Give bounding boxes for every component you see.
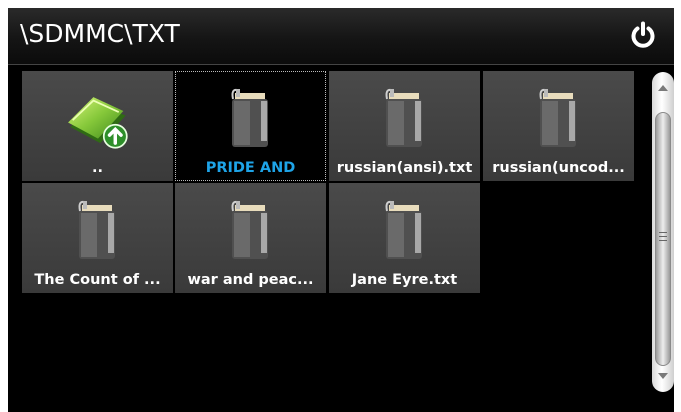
- vertical-scrollbar[interactable]: [652, 72, 674, 392]
- file-tile-russian-uncode[interactable]: russian(uncod...: [483, 71, 634, 181]
- file-tile-war-and-peace[interactable]: war and peac...: [175, 183, 326, 293]
- book-icon: [539, 88, 576, 147]
- thumb-grip-line: [659, 232, 667, 233]
- book-icon: [231, 88, 268, 147]
- chevron-up-icon: [658, 85, 668, 91]
- file-tile-label: Jane Eyre.txt: [351, 272, 458, 288]
- scroll-up-button[interactable]: [652, 80, 674, 96]
- scroll-thumb[interactable]: [655, 112, 671, 366]
- current-path-title: \SDMMC\TXT: [20, 19, 180, 48]
- file-tile-label: war and peac...: [187, 272, 314, 288]
- book-icon: [385, 200, 422, 259]
- file-tile-label: PRIDE AND: [205, 160, 296, 176]
- file-tile-label: The Count of ...: [34, 272, 161, 288]
- folder-up-icon: [67, 97, 128, 149]
- scroll-down-button[interactable]: [652, 368, 674, 384]
- book-icon: [78, 200, 115, 259]
- title-bar: \SDMMC\TXT: [8, 8, 674, 65]
- file-tile-russian-ansi[interactable]: russian(ansi).txt: [329, 71, 480, 181]
- file-tile-parent-folder[interactable]: ..: [22, 71, 173, 181]
- book-icon: [231, 200, 268, 259]
- chevron-down-icon: [658, 373, 668, 379]
- book-icon: [385, 88, 422, 147]
- power-button[interactable]: [624, 16, 662, 54]
- thumb-grip-line: [659, 236, 667, 237]
- file-browser-screen: \SDMMC\TXT .. PRIDE AND russian(ansi).tx…: [8, 8, 674, 412]
- file-tile-label: russian(ansi).txt: [336, 160, 473, 176]
- file-tile-label: russian(uncod...: [492, 160, 625, 176]
- file-tile-jane-eyre[interactable]: Jane Eyre.txt: [329, 183, 480, 293]
- file-tile-pride-and[interactable]: PRIDE AND: [175, 71, 326, 181]
- power-icon: [631, 21, 655, 48]
- file-tile-count-of[interactable]: The Count of ...: [22, 183, 173, 293]
- thumb-grip-line: [659, 240, 667, 241]
- file-tile-label: ..: [91, 160, 104, 176]
